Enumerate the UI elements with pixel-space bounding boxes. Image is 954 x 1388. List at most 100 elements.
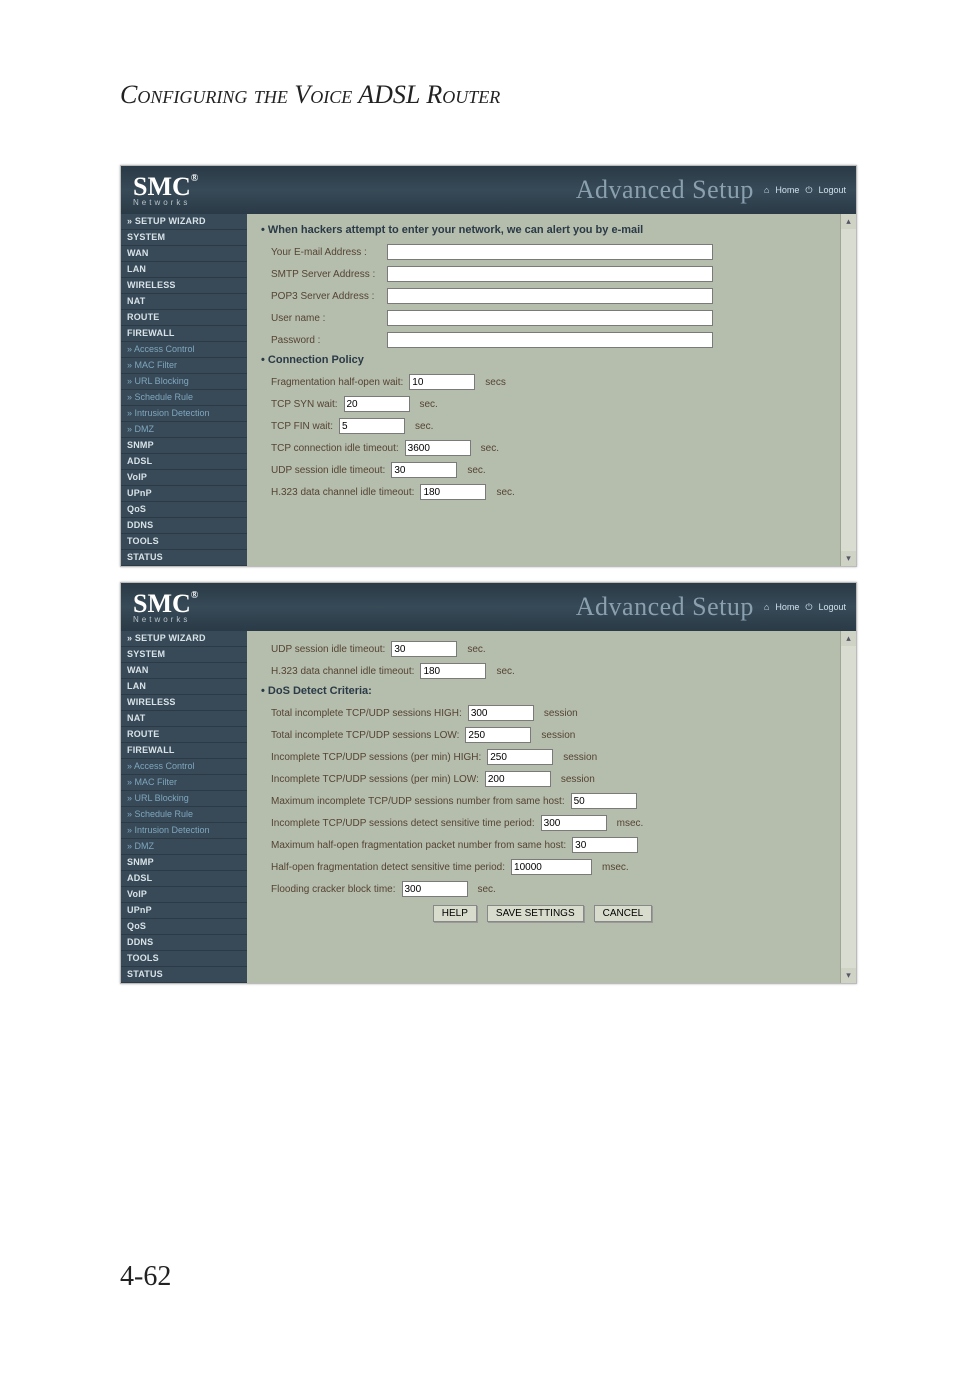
sidebar2-route[interactable]: ROUTE bbox=[121, 727, 247, 743]
sidebar-intrusion-detection[interactable]: Intrusion Detection bbox=[121, 406, 247, 422]
smtp-input[interactable] bbox=[387, 266, 713, 282]
sidebar-schedule-rule[interactable]: Schedule Rule bbox=[121, 390, 247, 406]
logout-link[interactable]: Logout bbox=[818, 185, 846, 195]
sidebar2-system[interactable]: SYSTEM bbox=[121, 647, 247, 663]
idle-label: TCP connection idle timeout: bbox=[271, 443, 399, 454]
sidebar-snmp[interactable]: SNMP bbox=[121, 438, 247, 454]
sidebar2-schedule-rule[interactable]: Schedule Rule bbox=[121, 807, 247, 823]
sidebar2-url-blocking[interactable]: URL Blocking bbox=[121, 791, 247, 807]
flood-input[interactable] bbox=[402, 881, 468, 897]
max-same-input[interactable] bbox=[571, 793, 637, 809]
logout-link-2[interactable]: Logout bbox=[818, 602, 846, 612]
sidebar-dmz[interactable]: DMZ bbox=[121, 422, 247, 438]
idle-unit: sec. bbox=[481, 443, 499, 454]
brand-subtext-2: Networks bbox=[133, 615, 198, 624]
sidebar-mac-filter[interactable]: MAC Filter bbox=[121, 358, 247, 374]
sidebar2-qos[interactable]: QoS bbox=[121, 919, 247, 935]
sidebar-ddns[interactable]: DDNS bbox=[121, 518, 247, 534]
save-settings-button[interactable]: SAVE SETTINGS bbox=[487, 905, 584, 922]
detect-period-label: Incomplete TCP/UDP sessions detect sensi… bbox=[271, 818, 535, 829]
home-icon[interactable]: ⌂ bbox=[764, 185, 769, 195]
idle-input[interactable] bbox=[405, 440, 471, 456]
frag-period-input[interactable] bbox=[511, 859, 592, 875]
pop3-input[interactable] bbox=[387, 288, 713, 304]
h3232-input[interactable] bbox=[420, 663, 486, 679]
sidebar2-mac-filter[interactable]: MAC Filter bbox=[121, 775, 247, 791]
sidebar2-snmp[interactable]: SNMP bbox=[121, 855, 247, 871]
sidebar2-upnp[interactable]: UPnP bbox=[121, 903, 247, 919]
home-icon-2[interactable]: ⌂ bbox=[764, 602, 769, 612]
sidebar-upnp[interactable]: UPnP bbox=[121, 486, 247, 502]
brand-logo-2: SMC® bbox=[133, 589, 198, 618]
sidebar2-adsl[interactable]: ADSL bbox=[121, 871, 247, 887]
pm-low-label: Incomplete TCP/UDP sessions (per min) LO… bbox=[271, 774, 479, 785]
sidebar2-tools[interactable]: TOOLS bbox=[121, 951, 247, 967]
sidebar2-status[interactable]: STATUS bbox=[121, 967, 247, 983]
udp2-input[interactable] bbox=[391, 641, 457, 657]
inc-high-input[interactable] bbox=[468, 705, 534, 721]
sidebar-wireless[interactable]: WIRELESS bbox=[121, 278, 247, 294]
h323-input[interactable] bbox=[420, 484, 486, 500]
sidebar-firewall[interactable]: FIREWALL bbox=[121, 326, 247, 342]
udp-unit: sec. bbox=[467, 465, 485, 476]
inc-high-unit: session bbox=[544, 708, 578, 719]
max-same-label: Maximum incomplete TCP/UDP sessions numb… bbox=[271, 796, 565, 807]
sidebar-adsl[interactable]: ADSL bbox=[121, 454, 247, 470]
password-input[interactable] bbox=[387, 332, 713, 348]
inc-low-input[interactable] bbox=[465, 727, 531, 743]
sidebar2-lan[interactable]: LAN bbox=[121, 679, 247, 695]
sidebar2-ddns[interactable]: DDNS bbox=[121, 935, 247, 951]
sidebar2-wireless[interactable]: WIRELESS bbox=[121, 695, 247, 711]
home-link[interactable]: Home bbox=[775, 185, 799, 195]
scrollbar-2[interactable]: ▴ ▾ bbox=[840, 631, 856, 983]
help-button[interactable]: HELP bbox=[433, 905, 477, 922]
scroll-up-icon-2[interactable]: ▴ bbox=[841, 631, 856, 646]
scroll-down-icon-2[interactable]: ▾ bbox=[841, 968, 856, 983]
sidebar2-voip[interactable]: VoIP bbox=[121, 887, 247, 903]
home-link-2[interactable]: Home bbox=[775, 602, 799, 612]
fin-input[interactable] bbox=[339, 418, 405, 434]
syn-unit: sec. bbox=[420, 399, 438, 410]
syn-input[interactable] bbox=[344, 396, 410, 412]
document-title: Configuring the Voice ADSL Router bbox=[120, 80, 864, 110]
cancel-button[interactable]: CANCEL bbox=[594, 905, 653, 922]
sidebar-tools[interactable]: TOOLS bbox=[121, 534, 247, 550]
frag-input[interactable] bbox=[409, 374, 475, 390]
sidebar-route[interactable]: ROUTE bbox=[121, 310, 247, 326]
logout-icon[interactable]: ⏻ bbox=[805, 185, 812, 196]
logout-icon-2[interactable]: ⏻ bbox=[805, 602, 812, 613]
sidebar-url-blocking[interactable]: URL Blocking bbox=[121, 374, 247, 390]
email-input[interactable] bbox=[387, 244, 713, 260]
sidebar2-nat[interactable]: NAT bbox=[121, 711, 247, 727]
sidebar-system[interactable]: SYSTEM bbox=[121, 230, 247, 246]
scroll-down-icon[interactable]: ▾ bbox=[841, 551, 856, 566]
username-input[interactable] bbox=[387, 310, 713, 326]
scroll-up-icon[interactable]: ▴ bbox=[841, 214, 856, 229]
sidebar-voip[interactable]: VoIP bbox=[121, 470, 247, 486]
frag-label: Fragmentation half-open wait: bbox=[271, 377, 403, 388]
brand-block: SMC® Networks bbox=[133, 174, 198, 207]
sidebar2-dmz[interactable]: DMZ bbox=[121, 839, 247, 855]
sidebar-wan[interactable]: WAN bbox=[121, 246, 247, 262]
detect-period-input[interactable] bbox=[541, 815, 607, 831]
udp-input[interactable] bbox=[391, 462, 457, 478]
router-panel-top: SMC® Networks Advanced Setup ⌂ Home ⏻ Lo… bbox=[120, 165, 857, 567]
scrollbar[interactable]: ▴ ▾ bbox=[840, 214, 856, 566]
sidebar2-firewall[interactable]: FIREWALL bbox=[121, 743, 247, 759]
inc-high-label: Total incomplete TCP/UDP sessions HIGH: bbox=[271, 708, 462, 719]
sidebar-access-control[interactable]: Access Control bbox=[121, 342, 247, 358]
sidebar-setup-wizard[interactable]: » SETUP WIZARD bbox=[121, 214, 247, 230]
sidebar-nat[interactable]: NAT bbox=[121, 294, 247, 310]
sidebar2-setup-wizard[interactable]: » SETUP WIZARD bbox=[121, 631, 247, 647]
sidebar-qos[interactable]: QoS bbox=[121, 502, 247, 518]
sidebar2-wan[interactable]: WAN bbox=[121, 663, 247, 679]
pm-high-input[interactable] bbox=[487, 749, 553, 765]
brand-block-2: SMC® Networks bbox=[133, 591, 198, 624]
max-frag-input[interactable] bbox=[572, 837, 638, 853]
sidebar-lan[interactable]: LAN bbox=[121, 262, 247, 278]
sidebar-status[interactable]: STATUS bbox=[121, 550, 247, 566]
brand-logo: SMC® bbox=[133, 172, 198, 201]
sidebar2-intrusion-detection[interactable]: Intrusion Detection bbox=[121, 823, 247, 839]
sidebar2-access-control[interactable]: Access Control bbox=[121, 759, 247, 775]
pm-low-input[interactable] bbox=[485, 771, 551, 787]
